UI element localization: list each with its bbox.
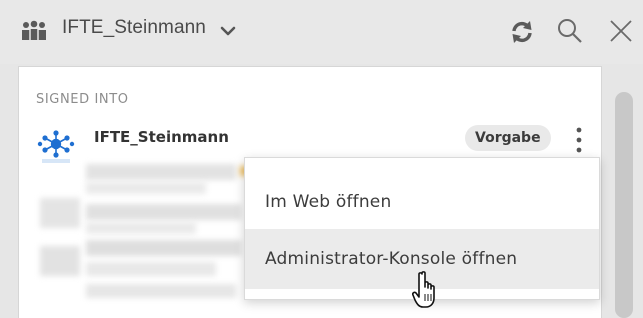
hand-cursor-icon xyxy=(412,271,435,308)
scrollbar[interactable] xyxy=(615,92,633,318)
chevron-down-icon[interactable] xyxy=(220,26,236,37)
account-name[interactable]: IFTE_Steinmann xyxy=(94,128,229,146)
search-icon[interactable] xyxy=(556,17,584,45)
refresh-icon[interactable] xyxy=(509,19,535,45)
menu-item-open-web[interactable]: Im Web öffnen xyxy=(245,172,599,232)
team-icon xyxy=(22,20,46,40)
header-bar: IFTE_Steinmann xyxy=(0,0,643,64)
default-badge: Vorgabe xyxy=(465,125,551,151)
section-label: SIGNED INTO xyxy=(36,92,129,107)
hub-selector-label[interactable]: IFTE_Steinmann xyxy=(62,17,206,39)
hub-logo-icon xyxy=(37,130,75,163)
kebab-menu-icon[interactable] xyxy=(569,125,589,155)
close-icon[interactable] xyxy=(608,18,634,44)
